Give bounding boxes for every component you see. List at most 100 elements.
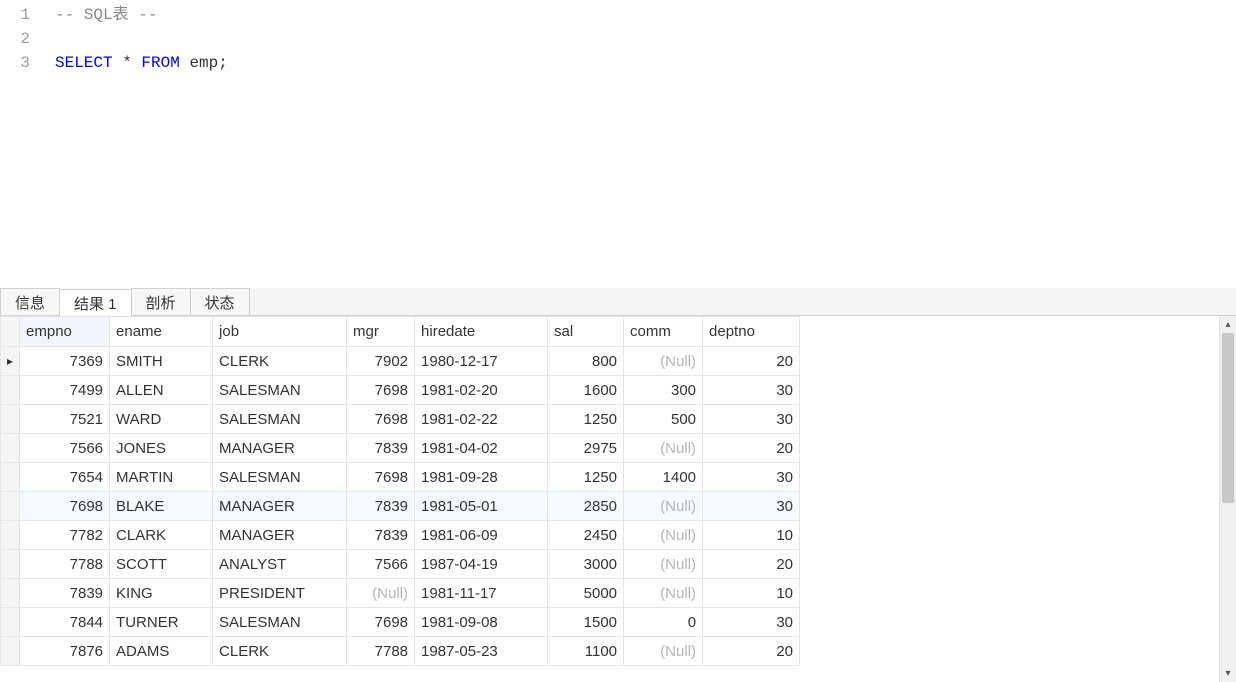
cell-empno[interactable]: 7698 [20,492,110,521]
cell-comm[interactable]: (Null) [624,521,703,550]
cell-deptno[interactable]: 30 [703,376,800,405]
cell-sal[interactable]: 1250 [548,463,624,492]
table-row[interactable]: ▸7369SMITHCLERK79021980-12-17800(Null)20 [1,347,800,376]
cell-deptno[interactable]: 30 [703,608,800,637]
cell-sal[interactable]: 1250 [548,405,624,434]
cell-mgr[interactable]: 7698 [347,405,415,434]
cell-empno[interactable]: 7521 [20,405,110,434]
scroll-up-arrow[interactable]: ▴ [1220,316,1236,333]
cell-hiredate[interactable]: 1987-04-19 [415,550,548,579]
cell-comm[interactable]: (Null) [624,492,703,521]
cell-ename[interactable]: KING [110,579,213,608]
column-header-job[interactable]: job [213,317,347,347]
cell-comm[interactable]: (Null) [624,347,703,376]
cell-sal[interactable]: 2850 [548,492,624,521]
row-selector[interactable] [1,463,20,492]
cell-ename[interactable]: SMITH [110,347,213,376]
cell-job[interactable]: SALESMAN [213,608,347,637]
table-row[interactable]: 7839KINGPRESIDENT(Null)1981-11-175000(Nu… [1,579,800,608]
table-row[interactable]: 7566JONESMANAGER78391981-04-022975(Null)… [1,434,800,463]
cell-sal[interactable]: 1600 [548,376,624,405]
code-line[interactable]: SELECT * FROM emp; [55,51,1236,75]
cell-job[interactable]: MANAGER [213,492,347,521]
column-header-comm[interactable]: comm [624,317,703,347]
cell-job[interactable]: SALESMAN [213,405,347,434]
cell-empno[interactable]: 7788 [20,550,110,579]
cell-hiredate[interactable]: 1981-09-28 [415,463,548,492]
cell-job[interactable]: SALESMAN [213,376,347,405]
cell-empno[interactable]: 7839 [20,579,110,608]
cell-comm[interactable]: (Null) [624,550,703,579]
cell-ename[interactable]: TURNER [110,608,213,637]
column-header-mgr[interactable]: mgr [347,317,415,347]
code-line[interactable]: -- SQL表 -- [55,3,1236,27]
cell-ename[interactable]: MARTIN [110,463,213,492]
cell-job[interactable]: PRESIDENT [213,579,347,608]
table-row[interactable]: 7788SCOTTANALYST75661987-04-193000(Null)… [1,550,800,579]
cell-deptno[interactable]: 30 [703,405,800,434]
cell-ename[interactable]: JONES [110,434,213,463]
cell-comm[interactable]: (Null) [624,579,703,608]
row-selector[interactable] [1,521,20,550]
cell-mgr[interactable]: 7698 [347,376,415,405]
row-selector[interactable] [1,579,20,608]
column-header-deptno[interactable]: deptno [703,317,800,347]
cell-hiredate[interactable]: 1981-09-08 [415,608,548,637]
row-selector[interactable] [1,637,20,666]
cell-comm[interactable]: (Null) [624,637,703,666]
cell-deptno[interactable]: 20 [703,637,800,666]
cell-mgr[interactable]: (Null) [347,579,415,608]
cell-ename[interactable]: CLARK [110,521,213,550]
table-row[interactable]: 7844TURNERSALESMAN76981981-09-081500030 [1,608,800,637]
cell-job[interactable]: SALESMAN [213,463,347,492]
cell-hiredate[interactable]: 1981-04-02 [415,434,548,463]
cell-ename[interactable]: WARD [110,405,213,434]
cell-job[interactable]: MANAGER [213,521,347,550]
cell-deptno[interactable]: 20 [703,434,800,463]
column-header-hiredate[interactable]: hiredate [415,317,548,347]
cell-deptno[interactable]: 10 [703,521,800,550]
cell-sal[interactable]: 1500 [548,608,624,637]
tab-状态[interactable]: 状态 [190,288,250,315]
tab-剖析[interactable]: 剖析 [131,288,191,315]
row-selector[interactable] [1,608,20,637]
cell-empno[interactable]: 7654 [20,463,110,492]
cell-hiredate[interactable]: 1981-02-22 [415,405,548,434]
cell-mgr[interactable]: 7839 [347,492,415,521]
row-selector[interactable] [1,376,20,405]
cell-ename[interactable]: ALLEN [110,376,213,405]
cell-comm[interactable]: 0 [624,608,703,637]
cell-empno[interactable]: 7844 [20,608,110,637]
scroll-thumb[interactable] [1222,333,1234,503]
cell-comm[interactable]: 300 [624,376,703,405]
cell-mgr[interactable]: 7698 [347,463,415,492]
table-row[interactable]: 7698BLAKEMANAGER78391981-05-012850(Null)… [1,492,800,521]
table-row[interactable]: 7521WARDSALESMAN76981981-02-22125050030 [1,405,800,434]
code-line[interactable] [55,27,1236,51]
cell-comm[interactable]: 500 [624,405,703,434]
column-header-ename[interactable]: ename [110,317,213,347]
cell-sal[interactable]: 2450 [548,521,624,550]
cell-sal[interactable]: 5000 [548,579,624,608]
cell-hiredate[interactable]: 1980-12-17 [415,347,548,376]
table-row[interactable]: 7654MARTINSALESMAN76981981-09-2812501400… [1,463,800,492]
cell-hiredate[interactable]: 1981-11-17 [415,579,548,608]
cell-sal[interactable]: 2975 [548,434,624,463]
row-selector[interactable] [1,550,20,579]
tab-信息[interactable]: 信息 [0,288,60,315]
code-content[interactable]: -- SQL表 -- SELECT * FROM emp; [40,0,1236,288]
cell-hiredate[interactable]: 1987-05-23 [415,637,548,666]
column-header-empno[interactable]: empno [20,317,110,347]
cell-empno[interactable]: 7499 [20,376,110,405]
tab-结果 1[interactable]: 结果 1 [59,289,132,316]
cell-comm[interactable]: (Null) [624,434,703,463]
table-row[interactable]: 7876ADAMSCLERK77881987-05-231100(Null)20 [1,637,800,666]
cell-deptno[interactable]: 20 [703,347,800,376]
cell-mgr[interactable]: 7566 [347,550,415,579]
cell-mgr[interactable]: 7788 [347,637,415,666]
cell-mgr[interactable]: 7902 [347,347,415,376]
cell-ename[interactable]: BLAKE [110,492,213,521]
cell-job[interactable]: MANAGER [213,434,347,463]
row-selector[interactable] [1,492,20,521]
cell-ename[interactable]: SCOTT [110,550,213,579]
